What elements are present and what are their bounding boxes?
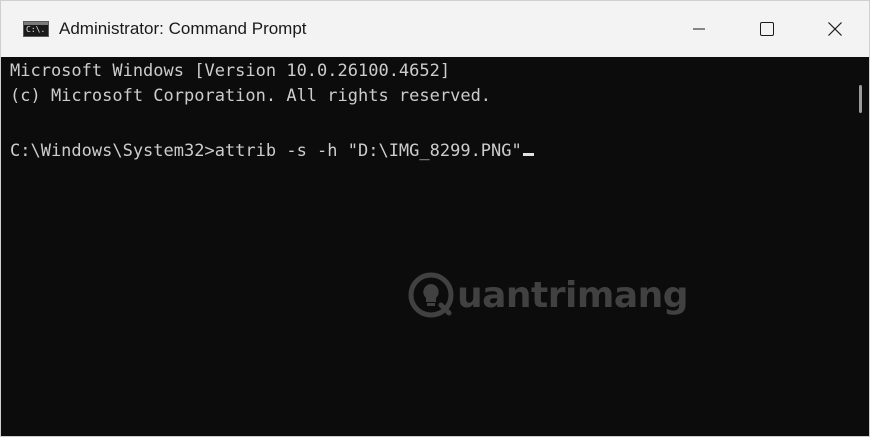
command-prompt-icon: C:\.	[23, 21, 49, 37]
close-icon	[828, 22, 842, 36]
console-command-text: C:\Windows\System32>attrib -s -h "D:\IMG…	[10, 141, 522, 161]
title-bar[interactable]: C:\. Administrator: Command Prompt	[1, 1, 869, 57]
watermark: uantrimang	[407, 271, 689, 319]
console-output[interactable]: Microsoft Windows [Version 10.0.26100.46…	[1, 57, 853, 436]
maximize-icon	[760, 22, 774, 36]
console-line-version: Microsoft Windows [Version 10.0.26100.46…	[10, 61, 451, 81]
maximize-button[interactable]	[733, 1, 801, 57]
lightbulb-logo-icon	[408, 272, 454, 318]
window-title: Administrator: Command Prompt	[59, 19, 307, 38]
vertical-scrollbar[interactable]	[852, 57, 869, 436]
console-prompt-line[interactable]: C:\Windows\System32>attrib -s -h "D:\IMG…	[10, 139, 534, 163]
command-prompt-icon-glyph: C:\.	[26, 25, 46, 34]
command-prompt-window: C:\. Administrator: Command Prompt Micro…	[0, 0, 870, 437]
minimize-icon	[693, 28, 705, 30]
close-button[interactable]	[801, 1, 869, 57]
scrollbar-thumb[interactable]	[859, 85, 862, 113]
watermark-text: uantrimang	[457, 274, 689, 316]
text-cursor	[522, 153, 534, 156]
console-line-copyright: (c) Microsoft Corporation. All rights re…	[10, 86, 492, 106]
window-controls	[665, 1, 869, 57]
minimize-button[interactable]	[665, 1, 733, 57]
